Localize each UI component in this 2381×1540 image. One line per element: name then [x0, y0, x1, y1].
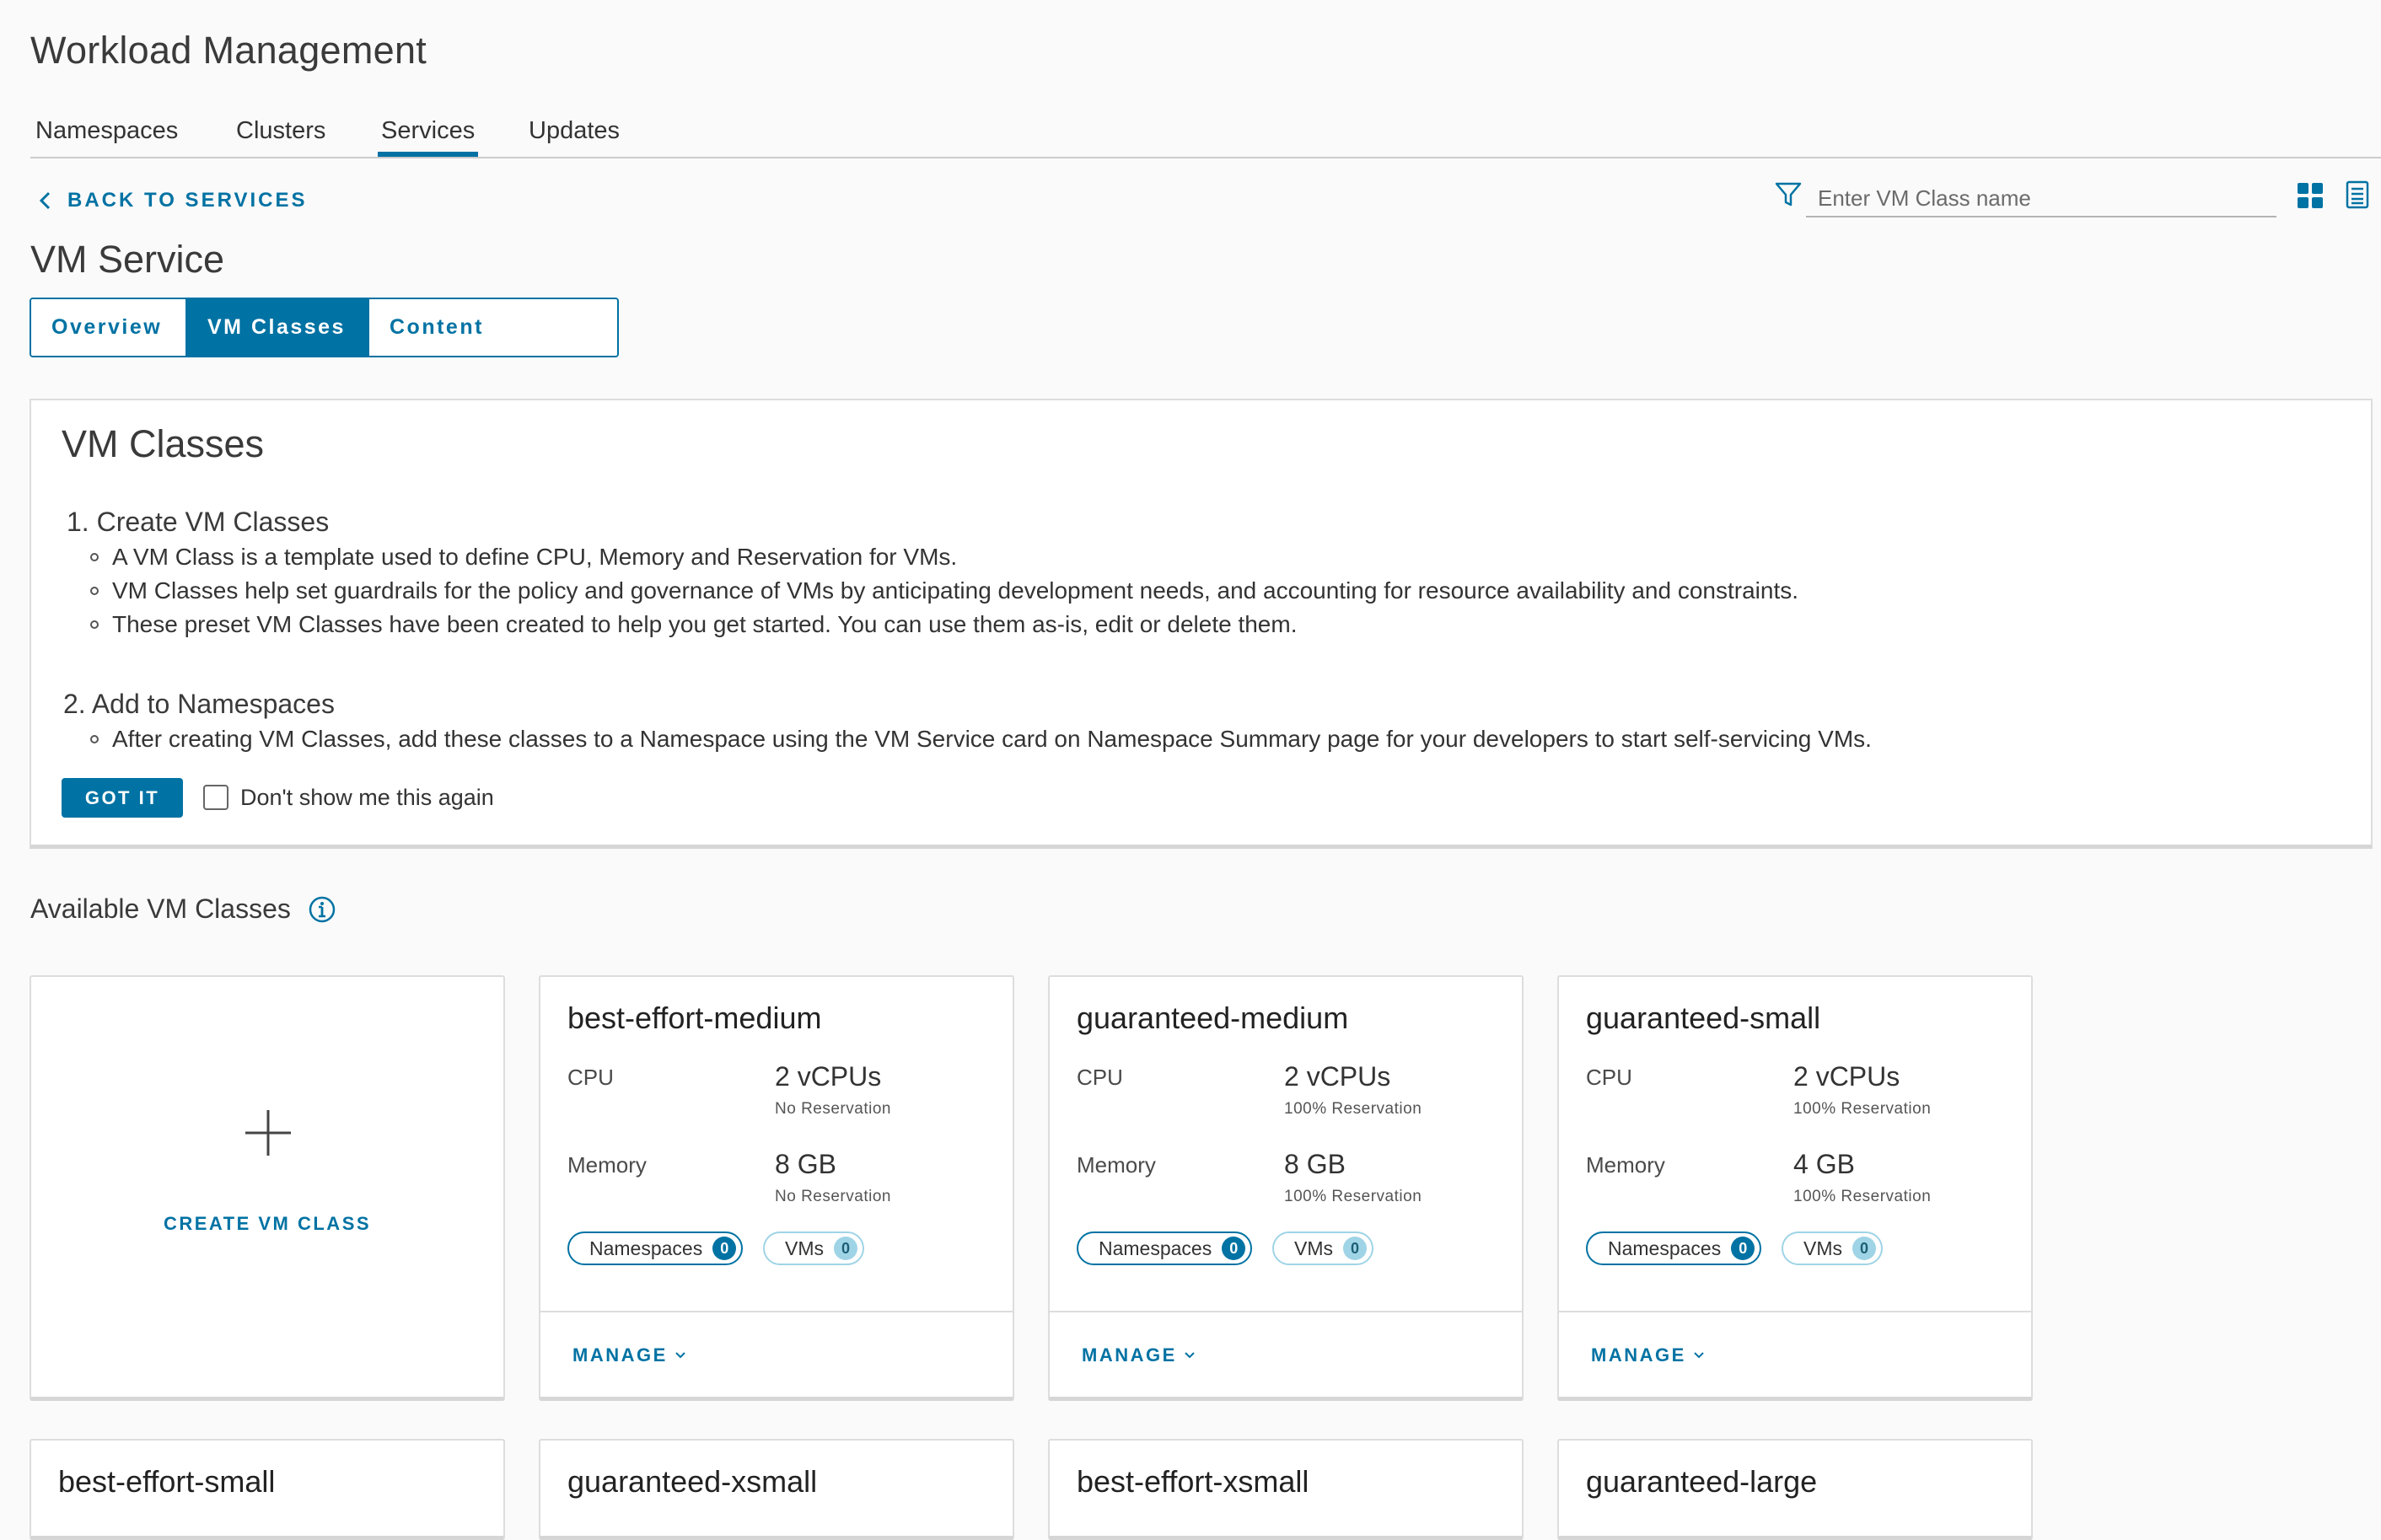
vm-class-name: best-effort-small: [58, 1464, 276, 1499]
step-1-bullet: A VM Class is a template used to define …: [90, 544, 957, 571]
vms-badge[interactable]: VMs 0: [1272, 1231, 1373, 1265]
vm-class-card: guaranteed-small CPU 2 vCPUs 100% Reserv…: [1557, 975, 2033, 1401]
top-tabs: Namespaces Clusters Services Updates: [30, 110, 2381, 158]
bullet-circle-icon: [90, 553, 99, 561]
create-vm-class-card[interactable]: CREATE VM CLASS: [30, 975, 505, 1401]
list-view-icon[interactable]: [2346, 180, 2369, 209]
available-vm-classes-heading: Available VM Classes: [30, 893, 336, 925]
vm-class-card: guaranteed-xsmall: [539, 1439, 1014, 1540]
vms-badge[interactable]: VMs 0: [763, 1231, 864, 1265]
cpu-reservation: 100% Reservation: [1793, 1100, 1932, 1118]
namespaces-badge[interactable]: Namespaces 0: [567, 1231, 744, 1265]
step-1-title: 1. Create VM Classes: [67, 507, 330, 537]
memory-label: Memory: [1586, 1152, 1665, 1178]
step-1-bullet: VM Classes help set guardrails for the p…: [90, 577, 1798, 604]
subtab-overview[interactable]: Overview: [31, 299, 185, 356]
bullet-circle-icon: [90, 735, 99, 743]
memory-reservation: No Reservation: [775, 1188, 891, 1205]
memory-value: 8 GB: [1284, 1149, 1346, 1179]
back-link-label: BACK TO SERVICES: [67, 189, 308, 212]
subtab-content-libraries[interactable]: Content Libraries: [368, 299, 617, 356]
memory-reservation: 100% Reservation: [1793, 1188, 1932, 1205]
page-title: Workload Management: [30, 29, 427, 72]
vm-class-filter-input[interactable]: [1806, 180, 2276, 217]
info-icon[interactable]: [308, 895, 336, 924]
cpu-label: CPU: [1077, 1065, 1123, 1090]
vm-class-card: best-effort-medium CPU 2 vCPUs No Reserv…: [539, 975, 1014, 1401]
vm-class-name: best-effort-xsmall: [1077, 1464, 1309, 1499]
vm-class-card: guaranteed-medium CPU 2 vCPUs 100% Reser…: [1048, 975, 1524, 1401]
memory-label: Memory: [1077, 1152, 1156, 1178]
step-1-bullet: These preset VM Classes have been create…: [90, 611, 1297, 638]
memory-value: 4 GB: [1793, 1149, 1855, 1179]
plus-icon[interactable]: [244, 1108, 293, 1157]
step-2-bullet: After creating VM Classes, add these cla…: [90, 726, 1872, 753]
bullet-circle-icon: [90, 587, 99, 595]
vm-class-name: guaranteed-xsmall: [567, 1464, 818, 1499]
cpu-reservation: No Reservation: [775, 1100, 891, 1118]
vm-class-name: guaranteed-large: [1586, 1464, 1818, 1499]
vm-service-title: VM Service: [30, 238, 225, 281]
vm-service-subtabs: Overview VM Classes Content Libraries: [30, 298, 619, 357]
memory-reservation: 100% Reservation: [1284, 1188, 1422, 1205]
manage-dropdown[interactable]: MANAGE: [572, 1344, 686, 1366]
subtab-vm-classes[interactable]: VM Classes: [185, 299, 368, 356]
cpu-label: CPU: [1586, 1065, 1632, 1090]
namespaces-badge[interactable]: Namespaces 0: [1077, 1231, 1253, 1265]
tab-clusters[interactable]: Clusters: [236, 110, 325, 157]
panel-title: VM Classes: [62, 422, 265, 465]
vm-class-card: guaranteed-large: [1557, 1439, 2033, 1540]
card-divider: [1559, 1311, 2031, 1312]
chevron-left-icon: [39, 191, 51, 210]
card-divider: [540, 1311, 1013, 1312]
memory-label: Memory: [567, 1152, 647, 1178]
tab-namespaces[interactable]: Namespaces: [35, 110, 178, 157]
vm-class-name: guaranteed-small: [1586, 1001, 1821, 1035]
memory-value: 8 GB: [775, 1149, 836, 1179]
vm-class-card: best-effort-small: [30, 1439, 505, 1540]
cpu-value: 2 vCPUs: [1793, 1061, 1900, 1092]
filter-icon[interactable]: [1774, 180, 1803, 209]
vm-class-card: best-effort-xsmall: [1048, 1439, 1524, 1540]
chevron-down-icon: [675, 1352, 685, 1359]
chevron-down-icon: [1185, 1352, 1195, 1359]
card-view-icon[interactable]: [2297, 182, 2324, 209]
bullet-circle-icon: [90, 620, 99, 629]
vms-badge[interactable]: VMs 0: [1782, 1231, 1883, 1265]
got-it-button[interactable]: GOT IT: [62, 778, 183, 818]
chevron-down-icon: [1694, 1352, 1704, 1359]
card-divider: [1050, 1311, 1522, 1312]
dont-show-again-label[interactable]: Don't show me this again: [240, 785, 494, 811]
manage-dropdown[interactable]: MANAGE: [1082, 1344, 1196, 1366]
tab-services[interactable]: Services: [378, 110, 479, 157]
cpu-value: 2 vCPUs: [775, 1061, 882, 1092]
create-vm-class-label[interactable]: CREATE VM CLASS: [31, 1213, 503, 1235]
manage-dropdown[interactable]: MANAGE: [1591, 1344, 1705, 1366]
cpu-reservation: 100% Reservation: [1284, 1100, 1422, 1118]
back-to-services-link[interactable]: BACK TO SERVICES: [37, 189, 308, 212]
step-2-title: 2. Add to Namespaces: [63, 689, 335, 719]
vm-class-name: guaranteed-medium: [1077, 1001, 1349, 1035]
dont-show-again-checkbox[interactable]: [203, 785, 228, 810]
tab-updates[interactable]: Updates: [529, 110, 620, 157]
vm-classes-info-panel: VM Classes 1. Create VM Classes A VM Cla…: [30, 399, 2373, 849]
vm-class-name: best-effort-medium: [567, 1001, 822, 1035]
cpu-value: 2 vCPUs: [1284, 1061, 1391, 1092]
namespaces-badge[interactable]: Namespaces 0: [1586, 1231, 1762, 1265]
cpu-label: CPU: [567, 1065, 614, 1090]
